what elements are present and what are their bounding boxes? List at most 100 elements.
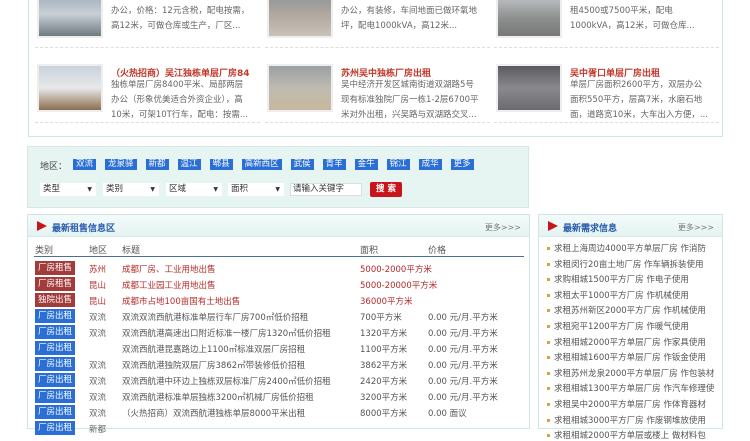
listing-card[interactable]: 苏州吴中独栋厂房出租 吴中经济开发区城南街道双湖路5号现有标准独院厂房一栋1-2… — [267, 64, 487, 122]
listing-card[interactable]: 吴中胥口单层厂房出租 单层厂房面积2600平方，双层办公面积550平方，层高7米… — [496, 64, 716, 122]
region-tag[interactable]: 双流 — [73, 159, 97, 170]
region-tag[interactable]: 锦江 — [386, 159, 410, 170]
demand-item-link[interactable]: 求租太平1000平方厂房 作机械使用 — [547, 289, 689, 301]
category-badge[interactable]: 厂房出租 — [35, 341, 75, 355]
col-area: 面积 — [360, 246, 379, 256]
category-badge[interactable]: 厂房出租 — [35, 357, 75, 371]
demand-item-link[interactable]: 求租闵行20亩土地厂房 作车辆拆装使用 — [547, 258, 704, 270]
row-region: 双流 — [89, 329, 107, 339]
row-title-link[interactable]: 成都工业园工业用地出售 — [122, 279, 216, 291]
listing-photo[interactable] — [267, 0, 333, 38]
region-tag[interactable]: 高新西区 — [241, 159, 282, 170]
demands-more-link[interactable]: 更多>>> — [678, 222, 714, 233]
category-badge[interactable]: 厂房出租 — [35, 325, 75, 339]
select-value: 面积 — [231, 184, 249, 194]
listing-card[interactable]: 独栋单层厂房7500平米，局部三层办公，有装修，车间地面已做环氧地坪，配电100… — [267, 0, 487, 48]
demand-item-link[interactable]: 求租相城3000平方厂房 作废钢堆放使用 — [547, 414, 706, 426]
listing-photo[interactable] — [267, 64, 333, 112]
region-tag[interactable]: 成华 — [418, 159, 442, 170]
demand-item-link[interactable]: 求租苏州龙泉2000平方单层厂房 作包装材 — [547, 367, 714, 379]
demand-item-link[interactable]: 求租苏州新区2000平方厂房 作机械使用 — [547, 304, 706, 316]
listing-card-desc: 独栋单层厂房8400平米、局部两层办公（形象优美适合外资企业），高10米，可架1… — [111, 80, 248, 120]
region-tags: 双流 龙泉驿 新都 温江 郫县 高新西区 武侯 青羊 金牛 锦江 成华 更多 — [73, 159, 483, 170]
table-row: 厂房出租 双流 双流西航港中环边上独栋双层标准厂房2400㎡低价招租 2420平… — [28, 373, 528, 388]
row-title-link[interactable]: 双流西航港标准单层独栋3200㎡机械厂房低价招租 — [122, 391, 314, 403]
region-tag[interactable]: 郫县 — [209, 159, 233, 170]
col-title: 标题 — [122, 246, 141, 256]
row-region: 双流 — [89, 313, 107, 323]
region-tag[interactable]: 新都 — [145, 159, 169, 170]
demand-item-link[interactable]: 求租吴中2000平方单层厂房 作体育器材 — [547, 398, 706, 410]
filter-select[interactable]: 面积 ▼ — [228, 183, 284, 196]
demand-item-link[interactable]: 求租上海周边4000平方单层厂房 作消防 — [547, 242, 706, 254]
search-button[interactable]: 搜 索 — [370, 182, 402, 197]
region-tag[interactable]: 金牛 — [354, 159, 378, 170]
keyword-input[interactable]: 请输入关键字 — [290, 183, 362, 196]
listing-photo[interactable] — [496, 64, 562, 112]
row-title-link[interactable]: 双流西航港昆嘉路边上1100㎡标准双层厂房招租 — [122, 343, 305, 355]
demand-item-link[interactable]: 求租相城2000平方单层或楼上 做材料包 — [547, 429, 706, 441]
demand-item-link[interactable]: 求购相城1500平方厂房 作电子使用 — [547, 273, 689, 285]
region-tag[interactable]: 温江 — [177, 159, 201, 170]
filter-select[interactable]: 类别 ▼ — [103, 183, 159, 196]
category-badge[interactable]: 厂房租售 — [35, 261, 75, 275]
listings-title: 最新租售信息区 — [52, 224, 116, 234]
listing-photo[interactable] — [496, 0, 562, 38]
divider — [265, 122, 490, 123]
category-badge[interactable]: 厂房出租 — [35, 309, 75, 323]
filter-select[interactable]: 类型 ▼ — [40, 183, 96, 196]
row-area: 1320平方米 — [360, 329, 408, 339]
divider — [35, 47, 260, 48]
listing-card[interactable]: （火热招商）吴江独栋单层厂房84 独栋单层厂房8400平米、局部两层办公（形象优… — [37, 64, 257, 122]
listings-panel: 最新租售信息区 更多>>> 类别 地区 标题 面积 价格 厂房租售 苏州 成都厂… — [27, 214, 530, 435]
listing-photo[interactable] — [37, 0, 103, 38]
row-area: 36000平方米 — [360, 297, 413, 307]
category-badge[interactable]: 厂房出租 — [35, 373, 75, 387]
row-title-link[interactable]: 成都厂房、工业用地出售 — [122, 263, 216, 275]
filter-select[interactable]: 区域 ▼ — [166, 183, 222, 196]
demand-item-link[interactable]: 求租相城1300平方单层厂房 作汽车修理使 — [547, 382, 714, 394]
region-label: 地区： — [40, 162, 68, 172]
row-region: 苏州 — [89, 265, 107, 275]
table-row: 厂房出租 双流 （火热招商）双流西航港独栋单层8000平米出租 8000平方米 … — [28, 405, 528, 420]
arrow-icon — [37, 221, 47, 231]
category-badge[interactable]: 厂房出租 — [35, 405, 75, 419]
region-tag[interactable]: 青羊 — [322, 159, 346, 170]
divider — [35, 122, 260, 123]
row-title-link[interactable]: 双流西航港独院双层厂房3862㎡带装修低价招租 — [122, 359, 305, 371]
category-badge[interactable]: 厂房租售 — [35, 277, 75, 291]
table-row: 厂房出租 新都 — [28, 421, 528, 436]
row-title-link[interactable]: （火热招商）双流西航港独栋单层8000平米出租 — [122, 407, 305, 419]
region-tag[interactable]: 龙泉驿 — [105, 159, 137, 170]
select-value: 类别 — [106, 184, 124, 194]
table-row: 厂房出租 双流 双流西航港独院双层厂房3862㎡带装修低价招租 3862平方米 … — [28, 357, 528, 372]
demand-item-link[interactable]: 求租宛平1200平方厂房 作暖气使用 — [547, 320, 689, 332]
chevron-down-icon: ▼ — [213, 186, 218, 193]
row-price: 0.00 元/月.平方米 — [428, 393, 498, 403]
listing-photo[interactable] — [37, 64, 103, 112]
category-badge[interactable]: 厂房出租 — [35, 421, 75, 435]
row-title-link[interactable]: 成都市占地100亩国有土地出售 — [122, 295, 240, 307]
listing-card[interactable]: 独院单层平面厂房12000平米，可分租4500或7500平米，配电1000kVA… — [496, 0, 716, 48]
region-tag[interactable]: 更多 — [450, 159, 474, 170]
row-title-link[interactable]: 双流双流西航港标准单层行车厂房700㎡低价招租 — [122, 311, 308, 323]
listing-card[interactable]: 独院单层厂房21000平米，局部三层办公，价格：12元含税，配电按需，高12米，… — [37, 0, 257, 48]
region-tag[interactable]: 武侯 — [290, 159, 314, 170]
table-row: 厂房租售 苏州 成都厂房、工业用地出售 5000-2000平方米 — [28, 261, 528, 276]
listings-more-link[interactable]: 更多>>> — [485, 222, 521, 233]
listing-card-desc: 单层厂房面积2600平方，双层办公面积550平方，层高7米，水磨石地面，道路宽1… — [570, 80, 708, 120]
category-badge[interactable]: 厂房出租 — [35, 389, 75, 403]
category-badge[interactable]: 独院出售 — [35, 293, 75, 307]
chevron-down-icon: ▼ — [150, 186, 155, 193]
arrow-icon — [548, 221, 558, 231]
row-area: 3862平方米 — [360, 361, 408, 371]
demand-item-link[interactable]: 求租相城1600平方单层厂房 作钣金使用 — [547, 351, 706, 363]
row-region: 昆山 — [89, 297, 107, 307]
demand-item-link[interactable]: 求租相城2000平方单层厂房 作家具使用 — [547, 336, 706, 348]
row-title-link[interactable]: 双流西航港高速出口附近标准一楼厂房1320㎡低价招租 — [122, 327, 331, 339]
header-divider — [34, 256, 524, 257]
divider — [265, 47, 490, 48]
col-price: 价格 — [428, 246, 447, 256]
row-region: 双流 — [89, 409, 107, 419]
row-title-link[interactable]: 双流西航港中环边上独栋双层标准厂房2400㎡低价招租 — [122, 375, 331, 387]
